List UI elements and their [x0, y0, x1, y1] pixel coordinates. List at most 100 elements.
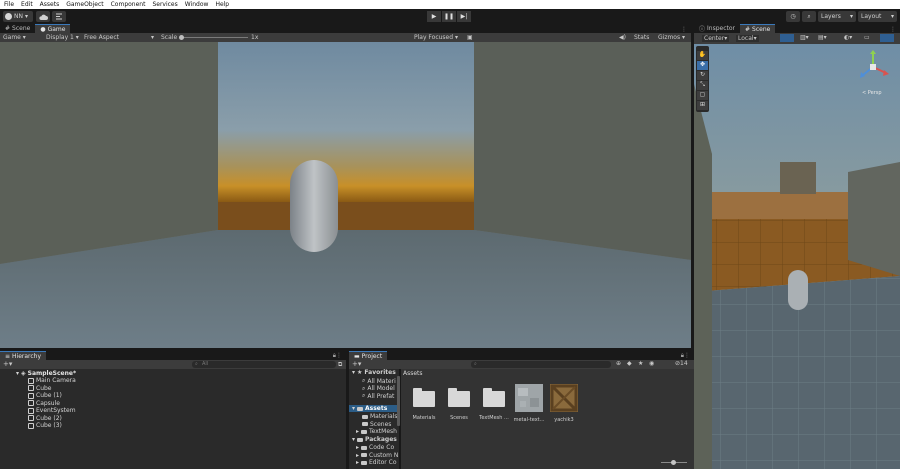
rect-tool-button[interactable]: ▢ — [697, 91, 708, 100]
menu-assets[interactable]: Assets — [36, 1, 63, 8]
tree-item[interactable]: ▸ Custom N — [356, 452, 398, 459]
scene-view[interactable]: ✋ ✥ ↻ ⤡ ▢ ⊞ < Persp — [694, 44, 900, 469]
tree-item-label: TextMesh — [369, 428, 397, 435]
aspect-dropdown[interactable]: Free Aspect — [84, 34, 119, 41]
scale-slider-handle[interactable] — [179, 35, 184, 40]
menu-help[interactable]: Help — [211, 1, 232, 8]
assets-row[interactable]: ▾ Assets — [349, 405, 399, 412]
list-item[interactable]: Cube (2) — [28, 415, 62, 423]
label-icon[interactable]: ◆ — [627, 360, 632, 367]
list-item[interactable]: Main Camera — [28, 377, 76, 385]
packages-row[interactable]: ▾ Packages — [352, 436, 397, 443]
favorites-row[interactable]: ▾ ★ Favorites — [352, 369, 396, 376]
favorite-icon[interactable]: ★ — [638, 360, 643, 367]
scene-visibility-icon[interactable]: ⧉ — [338, 361, 342, 369]
thumbnail-size-slider[interactable] — [661, 460, 687, 465]
folder-icon — [357, 437, 364, 442]
lock-icon[interactable]: 🔒︎⋮ — [333, 352, 342, 360]
project-search-input[interactable]: ⌕ — [471, 361, 611, 368]
asset-item[interactable]: Materials — [407, 384, 441, 421]
more-options-icon[interactable]: ⋮ — [681, 26, 687, 33]
scale-slider[interactable] — [179, 35, 248, 40]
grid-toggle[interactable] — [780, 34, 794, 42]
thumbnail-size-handle[interactable] — [671, 460, 676, 465]
hierarchy-search-input[interactable]: ⌕ All — [192, 361, 336, 368]
space-dropdown[interactable]: Local▾ — [736, 35, 759, 42]
layout-dropdown[interactable]: Layout ▾ — [858, 11, 897, 22]
menu-gameobject[interactable]: GameObject — [62, 1, 106, 8]
tree-item[interactable]: Materials — [362, 413, 398, 420]
lock-icon[interactable]: 🔒︎⋮ — [681, 352, 690, 360]
increment-icon[interactable]: ▤▾ — [818, 34, 827, 41]
2d-toggle[interactable]: ▭ — [864, 34, 870, 41]
list-item[interactable]: Cube — [28, 385, 52, 393]
tab-scene[interactable]: # Scene — [0, 24, 35, 33]
account-button[interactable]: NN ▾ — [3, 11, 33, 22]
search-by-type-icon[interactable]: ⊕ — [616, 360, 621, 367]
chevron-down-icon: ▾ — [890, 13, 894, 20]
asset-item[interactable]: TextMesh ... — [477, 384, 511, 421]
snap-icon[interactable]: ▥▾ — [800, 34, 809, 41]
frame-debugger-icon[interactable]: ▣ — [467, 34, 473, 41]
list-item[interactable]: Capsule — [28, 400, 60, 408]
pivot-dropdown[interactable]: Center▾ — [702, 35, 730, 42]
view-dropdown[interactable]: Game ▾ — [3, 34, 26, 41]
menu-edit[interactable]: Edit — [17, 1, 36, 8]
menu-file[interactable]: File — [0, 1, 17, 8]
transform-tool-button[interactable]: ⊞ — [697, 101, 708, 110]
scale-tool-button[interactable]: ⤡ — [697, 81, 708, 90]
rotate-tool-button[interactable]: ↻ — [697, 71, 708, 80]
chevron-down-icon[interactable]: ▾ — [151, 34, 154, 41]
list-item[interactable]: Cube (1) — [28, 392, 62, 400]
menu-services[interactable]: Services — [148, 1, 180, 8]
asset-item[interactable]: Scenes — [442, 384, 476, 421]
gizmos-dropdown[interactable]: Gizmos ▾ — [658, 34, 685, 41]
tree-item[interactable]: ▸ TextMesh — [356, 428, 397, 435]
display-dropdown[interactable]: Display 1 ▾ — [46, 34, 79, 41]
breadcrumb[interactable]: Assets — [403, 370, 423, 377]
history-button[interactable]: ◷ — [786, 11, 800, 22]
cloud-button[interactable] — [36, 11, 50, 22]
tree-item[interactable]: ▸ Editor Co — [356, 459, 397, 466]
asset-item[interactable]: metal-text... — [512, 384, 546, 423]
tree-item[interactable]: Scenes — [362, 421, 391, 428]
lighting-toggle[interactable] — [880, 34, 894, 42]
list-item[interactable]: Cube (3) — [28, 422, 62, 430]
move-tool-button[interactable]: ✥ — [697, 61, 708, 70]
menu-window[interactable]: Window — [181, 1, 212, 8]
menu-component[interactable]: Component — [107, 1, 149, 8]
hidden-packages-icon[interactable]: ◉ — [649, 360, 654, 367]
tree-item[interactable]: ⌕ All Prefat — [362, 392, 394, 400]
tab-project[interactable]: ▬ Project — [349, 351, 388, 360]
hand-tool-button[interactable]: ✋ — [697, 51, 708, 60]
asset-count: ⊘14 — [675, 360, 688, 367]
packages-label: Packages — [365, 436, 397, 443]
tab-hierarchy[interactable]: ≡ Hierarchy — [0, 351, 47, 360]
pause-button[interactable]: ❚❚ — [442, 11, 456, 22]
tab-inspector[interactable]: ⓘ Inspector — [694, 24, 740, 33]
search-button[interactable]: ⌕ — [802, 11, 816, 22]
tab-scene-right[interactable]: # Scene — [740, 24, 776, 33]
tree-item[interactable]: ▸ Code Co — [356, 444, 394, 451]
version-control-button[interactable] — [52, 11, 66, 22]
gizmos-label: Gizmos — [658, 34, 681, 41]
stats-toggle[interactable]: Stats — [634, 34, 649, 41]
item-label: Cube (1) — [36, 392, 62, 400]
step-button[interactable]: ▶| — [457, 11, 471, 22]
tree-item-label: Code Co — [369, 444, 395, 451]
add-button[interactable]: +▾ — [3, 360, 12, 368]
layers-dropdown[interactable]: Layers ▾ — [818, 11, 856, 22]
shading-icon[interactable]: ◐▾ — [844, 34, 852, 41]
play-button[interactable]: ▶ — [427, 11, 441, 22]
tree-scrollbar[interactable] — [397, 376, 400, 426]
add-button[interactable]: +▾ — [352, 360, 361, 368]
play-mode-dropdown[interactable]: Play Focused ▾ — [414, 34, 458, 41]
more-options-icon[interactable]: ⋮ — [890, 26, 896, 33]
orientation-gizmo[interactable] — [856, 50, 890, 84]
game-view[interactable] — [0, 42, 691, 348]
audio-icon[interactable]: ◀) — [619, 34, 626, 41]
list-item[interactable]: EventSystem — [28, 407, 76, 415]
asset-item[interactable]: yachik3 — [547, 384, 581, 423]
tab-game[interactable]: ● Game — [35, 24, 71, 33]
projection-label[interactable]: < Persp — [862, 90, 882, 96]
